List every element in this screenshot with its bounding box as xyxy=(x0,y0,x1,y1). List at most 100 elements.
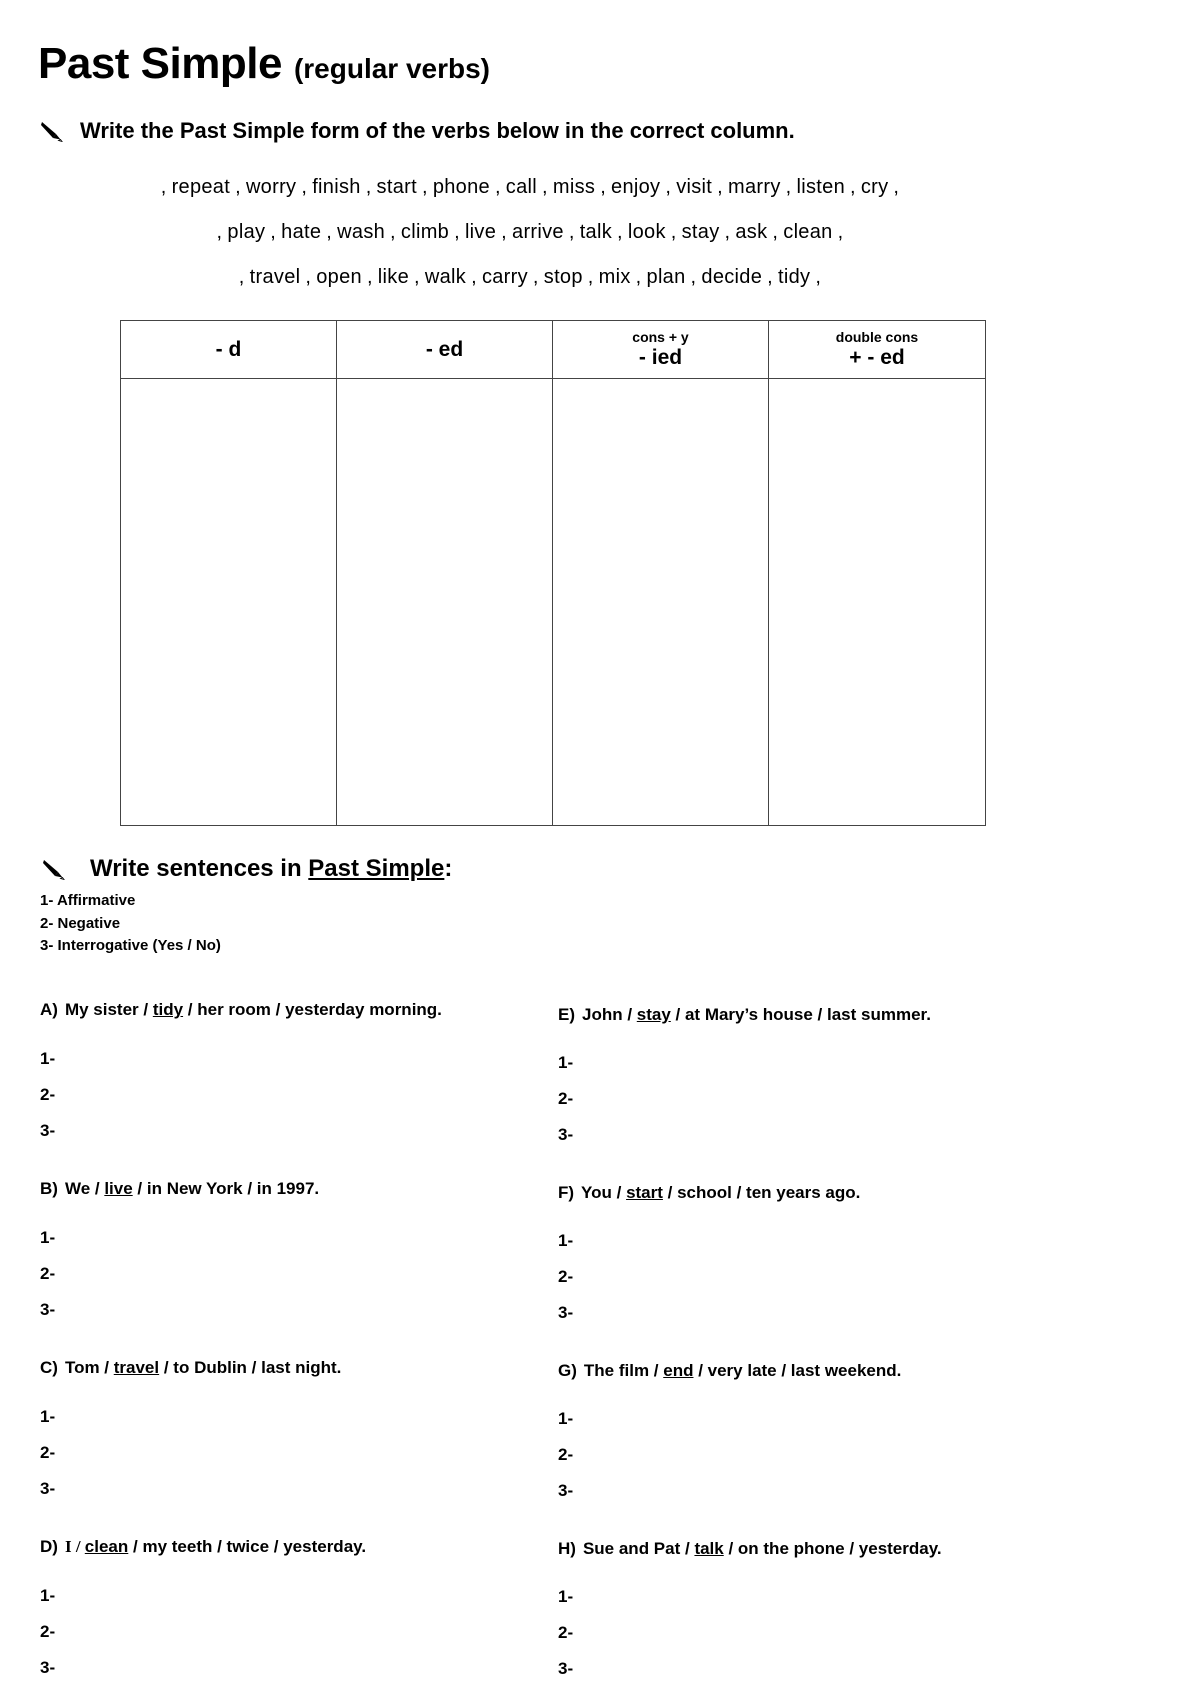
exercise-letter: C) xyxy=(40,1358,58,1377)
page-title-main: Past Simple xyxy=(38,39,282,88)
verb-separator: , xyxy=(893,176,900,198)
exercise-verb: travel xyxy=(113,1358,160,1377)
verb-item: ask xyxy=(735,221,768,243)
exercise-text-before: We / xyxy=(64,1179,105,1198)
verb-item: listen xyxy=(796,176,845,198)
exercise-answer-line[interactable]: 2- xyxy=(40,1077,550,1113)
exercise-answer-line[interactable]: 3- xyxy=(558,1117,1078,1153)
verb-separator: , xyxy=(772,221,779,243)
verb-separator: , xyxy=(587,266,594,288)
verb-separator: , xyxy=(366,266,373,288)
exercise-answer-line[interactable]: 1- xyxy=(40,1578,550,1614)
instruction-1: Write the Past Simple form of the verbs … xyxy=(40,118,795,144)
verb-item: miss xyxy=(552,176,596,198)
verb-item: finish xyxy=(312,176,361,198)
exercise-letter: F) xyxy=(558,1183,575,1202)
exercise-answer-line[interactable]: 1- xyxy=(558,1401,1078,1437)
verb-item: call xyxy=(505,176,538,198)
exercise-item: H) Sue and Pat / talk / on the phone / ye… xyxy=(558,1539,1078,1687)
table-answer-cell-ied[interactable] xyxy=(552,378,769,826)
exercise-answer-line[interactable]: 3- xyxy=(40,1471,550,1507)
verb-separator: , xyxy=(326,221,333,243)
verb-separator: , xyxy=(365,176,372,198)
exercise-answer-line[interactable]: 2- xyxy=(558,1437,1078,1473)
table-body-row xyxy=(120,378,986,826)
verb-separator: , xyxy=(850,176,856,198)
exercise-answer-line[interactable]: 2- xyxy=(40,1614,550,1650)
table-header-small-double-cons: double cons xyxy=(835,329,919,345)
exercise-answer-line[interactable]: 3- xyxy=(558,1295,1078,1331)
verb-item: mix xyxy=(598,266,631,288)
exercise-answer-line[interactable]: 1- xyxy=(558,1223,1078,1259)
exercise-answer-line[interactable]: 2- xyxy=(40,1435,550,1471)
instruction-1-text: Write the Past Simple form of the verbs … xyxy=(80,118,795,143)
verb-item: arrive xyxy=(512,221,564,243)
verb-item: stay xyxy=(681,221,720,243)
exercise-text-before: You / xyxy=(581,1183,627,1202)
exercise-answer-line[interactable]: 1- xyxy=(40,1399,550,1435)
exercise-verb: start xyxy=(626,1183,663,1202)
table-header-big-double-cons: + - ed xyxy=(849,346,905,369)
verb-item: live xyxy=(464,221,497,243)
exercise-prompt: F) You / start / school / ten years ago. xyxy=(558,1183,1078,1203)
verb-list-row: , repeat, worry, finish, start, phone, call, mi… xyxy=(0,165,1060,210)
exercise-text-before: Tom / xyxy=(64,1358,114,1377)
verb-separator: , xyxy=(617,221,623,243)
pencil-icon xyxy=(40,120,66,143)
exercise-text-before: Sue and Pat / xyxy=(582,1539,695,1558)
verb-separator: , xyxy=(501,221,508,243)
mode-item-negative: 2- Negative xyxy=(40,914,121,932)
exercise-verb: stay xyxy=(636,1005,671,1024)
verb-list-row: , travel, open, like, walk, carry, stop, mix, pl… xyxy=(0,255,1060,300)
verb-item: visit xyxy=(676,176,713,198)
exercise-answer-line[interactable]: 1- xyxy=(40,1220,550,1256)
exercise-text-after: / to Dublin / last night. xyxy=(159,1358,342,1377)
exercise-text-after: / school / ten years ago. xyxy=(662,1183,861,1202)
exercise-answer-line[interactable]: 1- xyxy=(40,1041,550,1077)
category-table: - d - ed cons + y - ied double cons + - … xyxy=(120,320,986,826)
verb-separator: , xyxy=(724,221,731,243)
exercise-answer-line[interactable]: 2- xyxy=(558,1259,1078,1295)
verb-item: plan xyxy=(646,266,686,288)
exercise-answer-line[interactable]: 3- xyxy=(40,1650,550,1686)
exercise-answer-line[interactable]: 2- xyxy=(558,1081,1078,1117)
exercise-answer-line[interactable]: 3- xyxy=(558,1473,1078,1509)
table-answer-cell-ed[interactable] xyxy=(336,378,553,826)
verb-separator: , xyxy=(532,266,539,288)
mode-item-affirmative: 1- Affirmative xyxy=(40,892,136,909)
verb-list-row: , play, hate, wash, climb, live, arrive, talk, l… xyxy=(0,210,1060,255)
verb-item: stop xyxy=(543,266,583,288)
exercise-verb: talk xyxy=(694,1539,724,1558)
verb-item: carry xyxy=(481,266,528,288)
exercise-prompt: A) My sister / tidy / her room / yesterda… xyxy=(40,1000,550,1020)
table-header-big-ied: - ied xyxy=(638,346,683,369)
exercise-answer-line[interactable]: 2- xyxy=(558,1615,1078,1651)
verb-item: travel xyxy=(249,266,301,288)
exercise-letter: E) xyxy=(558,1005,575,1024)
exercise-answer-line[interactable]: 1- xyxy=(558,1045,1078,1081)
page-title: Past Simple (regular verbs) xyxy=(38,42,490,86)
verb-item: walk xyxy=(424,266,467,288)
verb-item: like xyxy=(377,266,410,288)
exercise-text-before: John / xyxy=(582,1005,637,1024)
instruction-2-underlined: Past Simple xyxy=(308,855,445,882)
exercise-answer-line[interactable]: 3- xyxy=(40,1113,550,1149)
exercise-verb: end xyxy=(663,1361,694,1380)
exercise-item: B) We / live / in New York / in 1997. 1- 2-… xyxy=(40,1179,550,1328)
exercise-answer-line[interactable]: 3- xyxy=(558,1651,1078,1687)
table-answer-cell-double-cons[interactable] xyxy=(768,378,986,826)
exercise-answer-line[interactable]: 2- xyxy=(40,1256,550,1292)
exercise-text-after: / my teeth / twice / yesterday. xyxy=(128,1537,367,1556)
exercise-answer-line[interactable]: 3- xyxy=(40,1292,550,1328)
verb-separator: , xyxy=(390,221,396,243)
verb-separator: , xyxy=(235,176,241,198)
exercise-answer-line[interactable]: 1- xyxy=(558,1579,1078,1615)
verb-separator: , xyxy=(160,176,167,198)
instruction-2: Write sentences in Past Simple: xyxy=(42,855,452,883)
verb-separator: , xyxy=(568,221,575,243)
verb-separator: , xyxy=(542,176,548,198)
verb-item: start xyxy=(376,176,417,198)
table-header-big-d: - d xyxy=(215,337,242,361)
table-answer-cell-d[interactable] xyxy=(120,378,337,826)
exercise-text-after: / very late / last weekend. xyxy=(693,1361,902,1380)
